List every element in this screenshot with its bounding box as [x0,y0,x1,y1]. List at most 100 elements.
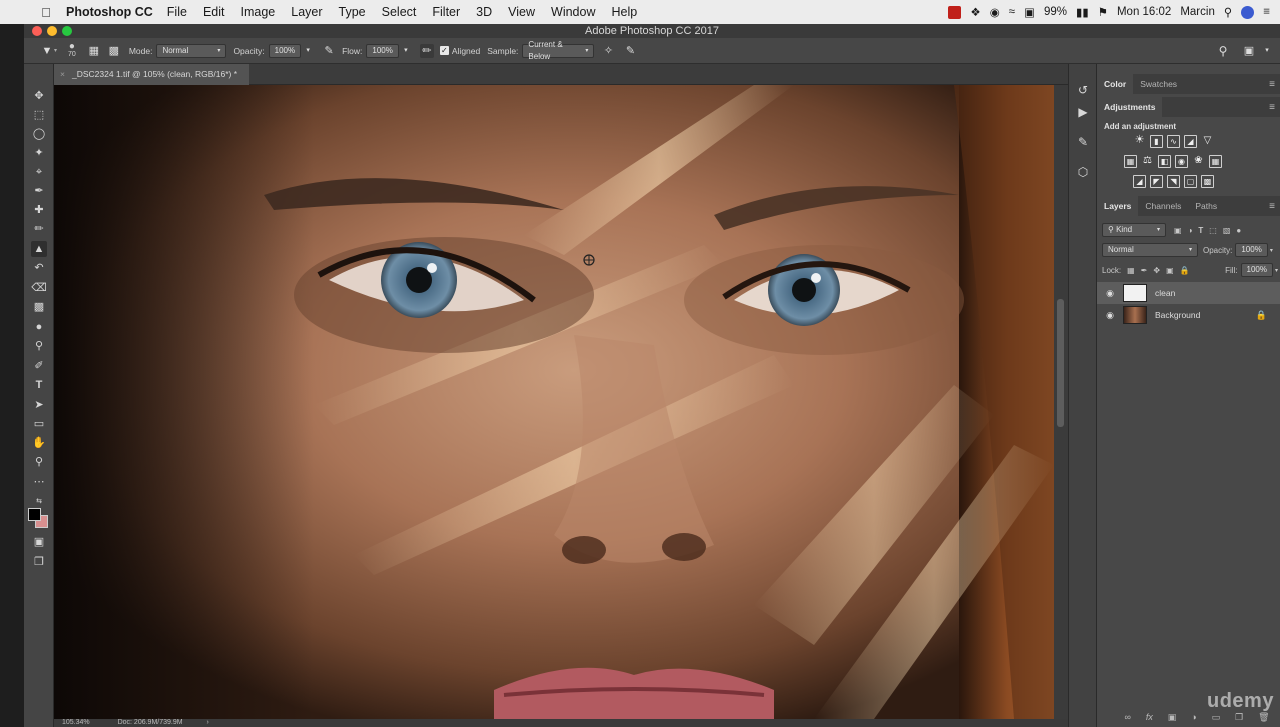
pen-tool-icon[interactable]: ✐ [31,358,47,374]
opacity-slider-chevron-icon[interactable]: ▾ [301,44,315,58]
menu-help[interactable]: Help [612,5,638,19]
panel-menu-icon[interactable]: ≡ [1269,201,1275,212]
notification-center-icon[interactable]: ≡ [1263,6,1270,18]
tool-preset-picker[interactable]: ▼ ▾ [40,44,57,58]
menu-filter[interactable]: Filter [432,5,460,19]
dropbox-icon[interactable]: ❖ [970,5,980,19]
photo-filter-icon[interactable]: ◉ [1175,155,1188,168]
pressure-opacity-icon[interactable]: ✎ [322,44,336,58]
user-name[interactable]: Marcin [1180,6,1215,18]
type-tool-icon[interactable]: T [31,377,47,393]
battery-icon[interactable]: ▮▮ [1076,5,1089,19]
dodge-tool-icon[interactable]: ⚲ [31,338,47,354]
spotlight-icon[interactable]: ⚲ [1224,5,1232,19]
tab-channels[interactable]: Channels [1138,196,1188,216]
delete-layer-icon[interactable]: 🗑 [1258,712,1269,726]
fx-icon[interactable]: fx [1146,712,1153,726]
tab-adjustments[interactable]: Adjustments [1097,97,1163,117]
workspace-icon[interactable]: ▣ [1242,44,1256,58]
threshold-icon[interactable]: ◥ [1167,175,1180,188]
filter-shape-icon[interactable]: ⬚ [1209,226,1217,235]
pressure-size-icon[interactable]: ✎ [623,44,637,58]
flow-field[interactable]: 100% [366,43,399,58]
curves-icon[interactable]: ∿ [1167,135,1180,148]
ignore-adjustment-layers-icon[interactable]: ✧ [601,44,615,58]
document-size[interactable]: Doc: 206.9M/739.9M [118,719,183,726]
lock-all-icon[interactable]: 🔒 [1180,266,1190,275]
color-lookup-icon[interactable]: ▦ [1209,155,1222,168]
channel-mixer-icon[interactable]: ❀ [1192,155,1205,168]
minimize-window-button[interactable] [47,26,57,36]
fill-chevron-icon[interactable]: ▾ [1275,267,1278,274]
close-window-button[interactable] [32,26,42,36]
blend-mode-select[interactable]: Normal ▾ [1102,243,1198,257]
quick-select-tool-icon[interactable]: ✦ [31,145,47,161]
crop-tool-icon[interactable]: ⌖ [31,164,47,180]
lock-image-icon[interactable]: ✒ [1141,266,1148,275]
sample-select[interactable]: Current & Below ▾ [522,40,595,61]
wifi-icon[interactable]: ≈ [1009,6,1015,18]
clock[interactable]: Mon 16:02 [1117,6,1171,18]
black-white-icon[interactable]: ◧ [1158,155,1171,168]
layer-row-background[interactable]: ◉ Background 🔒 [1097,304,1280,326]
tab-swatches[interactable]: Swatches [1133,74,1184,94]
levels-icon[interactable]: ▮ [1150,135,1163,148]
visibility-eye-icon[interactable]: ◉ [1103,310,1117,321]
menu-layer[interactable]: Layer [291,5,322,19]
workspace-chevron-icon[interactable]: ▾ [1260,44,1274,58]
new-group-icon[interactable]: ▭ [1212,712,1221,726]
eyedropper-tool-icon[interactable]: ✒ [31,183,47,199]
eye-status-icon[interactable]: ◉ [990,5,1000,19]
brush-tool-icon[interactable]: ✏ [31,221,47,237]
menu-type[interactable]: Type [339,5,366,19]
airplay-icon[interactable]: ▣ [1024,5,1035,19]
history-brush-tool-icon[interactable]: ↶ [31,260,47,276]
filter-type-icon[interactable]: T [1198,226,1203,235]
aligned-checkbox[interactable]: ✓ [439,46,449,55]
opacity-field[interactable]: 100% [268,43,302,58]
color-balance-icon[interactable]: ⚖ [1141,155,1154,168]
close-document-icon[interactable]: × [60,64,65,85]
menu-view[interactable]: View [508,5,535,19]
panel-menu-icon[interactable]: ≡ [1269,79,1275,90]
menu-edit[interactable]: Edit [203,5,225,19]
zoom-level[interactable]: 105.34% [62,719,90,726]
menu-select[interactable]: Select [382,5,417,19]
document-canvas[interactable] [54,85,1054,719]
exposure-icon[interactable]: ◢ [1184,135,1197,148]
blur-tool-icon[interactable]: ● [31,319,47,335]
menu-file[interactable]: File [167,5,187,19]
panel-menu-icon[interactable]: ≡ [1269,102,1275,113]
selective-color-icon[interactable]: ▩ [1201,175,1214,188]
gradient-map-icon[interactable]: ▢ [1184,175,1197,188]
layer-filter-select[interactable]: ⚲ Kind ▾ [1102,223,1166,237]
gradient-tool-icon[interactable]: ▩ [31,299,47,315]
flag-icon[interactable]: ⚑ [1098,5,1108,19]
layer-name[interactable]: Background [1155,310,1200,320]
history-panel-icon[interactable]: ↺ [1075,82,1091,98]
eraser-tool-icon[interactable]: ⌫ [31,280,47,296]
menu-3d[interactable]: 3D [476,5,492,19]
quick-mask-icon[interactable]: ▣ [31,534,47,550]
zoom-window-button[interactable] [62,26,72,36]
mode-select[interactable]: Normal ▾ [156,43,227,58]
opacity-chevron-icon[interactable]: ▾ [1270,247,1273,254]
canvas-vertical-scrollbar[interactable] [1054,85,1068,719]
hue-saturation-icon[interactable]: ▦ [1124,155,1137,168]
visibility-eye-icon[interactable]: ◉ [1103,288,1117,299]
path-selection-tool-icon[interactable]: ➤ [31,397,47,413]
filter-smart-object-icon[interactable]: ▧ [1223,226,1231,235]
search-icon[interactable]: ⚲ [1216,44,1230,58]
brush-preset-picker[interactable]: ● 70 [68,41,76,59]
tab-layers[interactable]: Layers [1097,196,1139,216]
document-tab[interactable]: × _DSC2324 1.tif @ 105% (clean, RGB/16*)… [54,64,250,85]
actions-panel-icon[interactable]: ▶ [1075,104,1091,120]
clone-stamp-tool-icon[interactable]: ▲ [31,241,47,257]
flow-slider-chevron-icon[interactable]: ▾ [399,44,413,58]
invert-icon[interactable]: ◢ [1133,175,1146,188]
lock-transparent-icon[interactable]: ▦ [1127,266,1135,275]
lock-artboard-icon[interactable]: ▣ [1166,266,1174,275]
move-tool-icon[interactable]: ✥ [31,88,47,104]
menu-app-name[interactable]: Photoshop CC [66,5,153,19]
rectangle-tool-icon[interactable]: ▭ [31,416,47,432]
